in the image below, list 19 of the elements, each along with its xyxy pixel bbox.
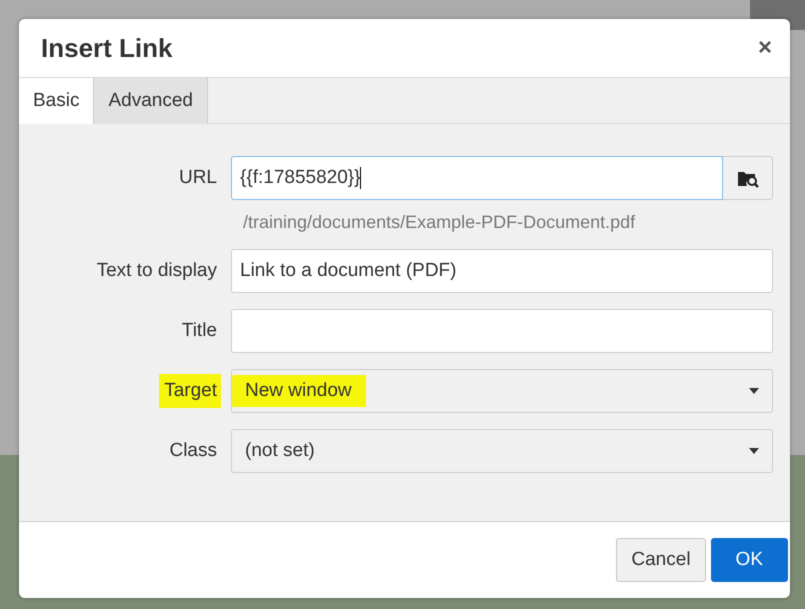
caret-icon — [749, 448, 759, 454]
tab[interactable]: Basic — [19, 78, 94, 124]
field-label: Class — [168, 439, 218, 463]
browse-button[interactable] — [723, 156, 773, 200]
caret-icon — [749, 388, 759, 394]
select-dropdown[interactable]: New window — [231, 369, 773, 413]
select-dropdown[interactable]: (not set) — [231, 429, 773, 473]
dialog-button[interactable]: OK — [710, 538, 788, 582]
tab[interactable]: Advanced — [94, 78, 208, 124]
dialog-title: Insert Link — [41, 32, 172, 64]
close-button[interactable]: × — [752, 34, 778, 62]
field-label: Title — [180, 319, 218, 343]
dialog-button[interactable]: Cancel — [616, 538, 706, 582]
field-label: URL — [178, 166, 218, 190]
url-hint: /training/documents/Example-PDF-Document.pdf — [243, 212, 636, 233]
input-field[interactable]: Link to a document (PDF) — [231, 249, 773, 293]
field-label: Text to display — [96, 259, 218, 283]
input-field[interactable] — [231, 309, 773, 353]
input-field[interactable]: {{f:17855820}} — [231, 156, 723, 200]
